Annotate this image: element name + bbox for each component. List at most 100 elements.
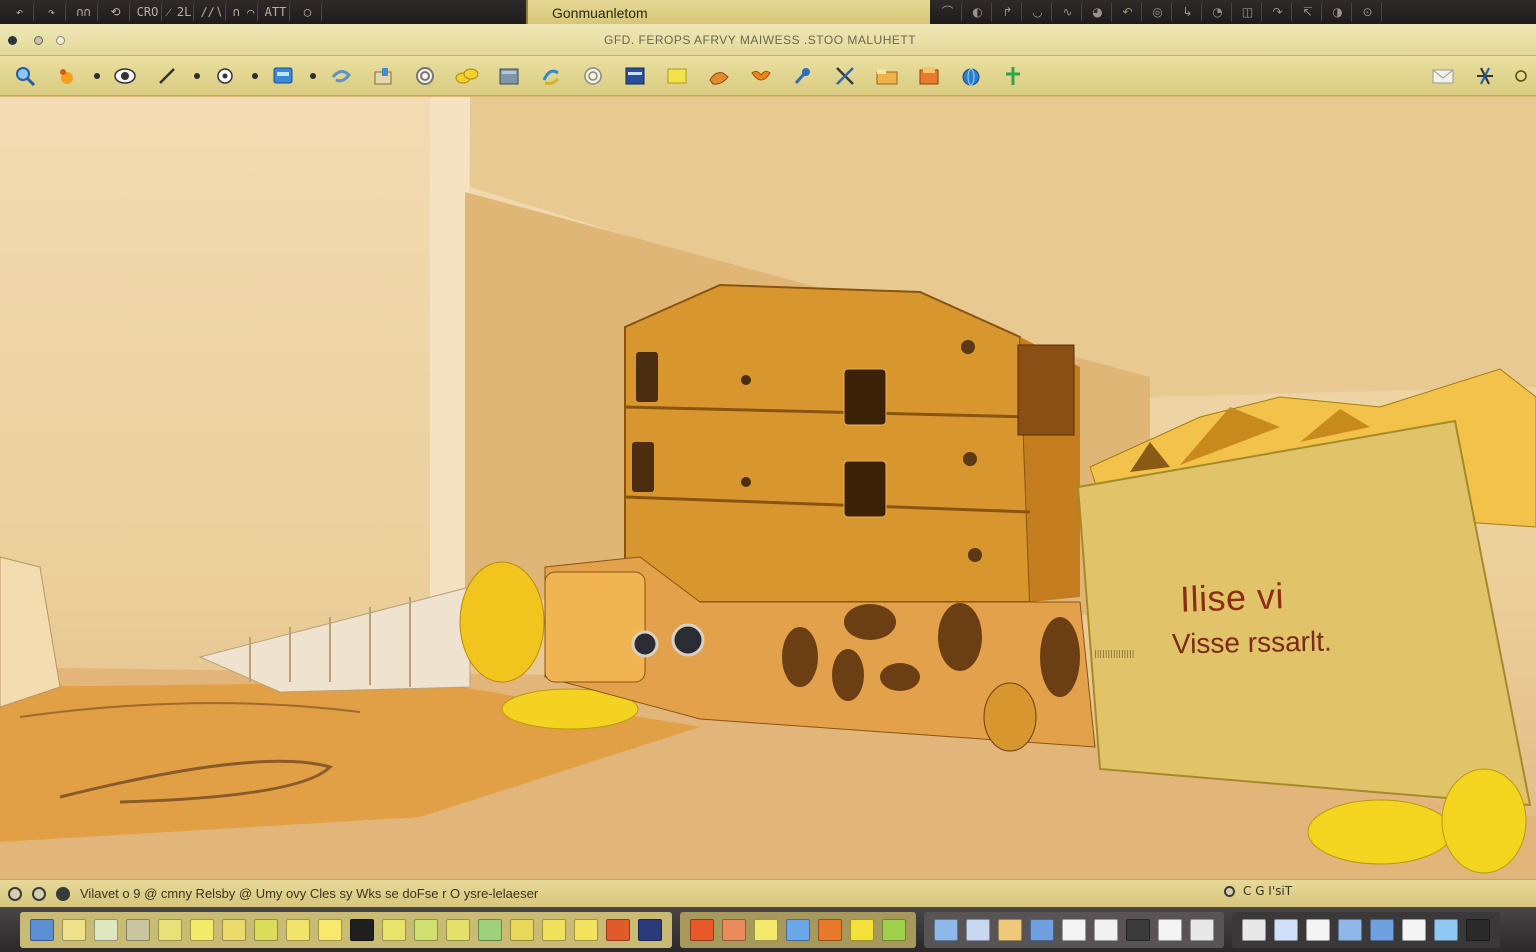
dock-item-icon[interactable] — [62, 918, 86, 941]
window-icon[interactable] — [620, 61, 650, 91]
strip-right-tool-4[interactable]: ◡ — [1024, 3, 1052, 21]
dock-item-icon[interactable] — [998, 918, 1022, 941]
dock-item-icon[interactable] — [1370, 918, 1394, 941]
dock-item-icon[interactable] — [446, 918, 470, 941]
paint-bucket-icon[interactable] — [52, 61, 82, 91]
wrench-icon[interactable] — [788, 61, 818, 91]
folder-icon[interactable] — [872, 61, 902, 91]
status-toggle-1[interactable] — [8, 886, 22, 901]
dock-item-icon[interactable] — [850, 918, 874, 941]
dock-item-icon[interactable] — [966, 918, 990, 941]
strip-right-tool-9[interactable]: ↳ — [1174, 3, 1202, 21]
spiral-icon[interactable] — [410, 61, 440, 91]
dock-item-icon[interactable] — [190, 918, 214, 941]
dock-item-icon[interactable] — [222, 918, 246, 941]
dock-item-icon[interactable] — [818, 918, 842, 941]
strip-right-tool-5[interactable]: ∿ — [1054, 3, 1082, 21]
strip-tool-4[interactable]: ⟲ — [102, 3, 130, 21]
strip-right-tool-6[interactable]: ◕ — [1084, 3, 1112, 21]
dock-item-icon[interactable] — [126, 918, 150, 941]
pencil-icon[interactable] — [152, 61, 182, 91]
strip-right-tool-15[interactable]: ⊙ — [1354, 3, 1382, 21]
dock-item-icon[interactable] — [94, 918, 118, 941]
dock-item-icon[interactable] — [574, 918, 598, 941]
fire-icon[interactable] — [746, 61, 776, 91]
dock-item-icon[interactable] — [1306, 918, 1330, 941]
dock-item-icon[interactable] — [1190, 918, 1214, 941]
strip-tool-2[interactable]: ↷ — [38, 3, 66, 21]
rotate-icon[interactable] — [536, 61, 566, 91]
dock-item-icon[interactable] — [254, 918, 278, 941]
eye-icon[interactable] — [110, 61, 140, 91]
strip-right-tool-1[interactable]: ⌒ — [934, 3, 962, 21]
stack-icon[interactable] — [914, 61, 944, 91]
dock-item-icon[interactable] — [350, 918, 374, 941]
dock-item-icon[interactable] — [30, 918, 54, 941]
strip-right-tool-8[interactable]: ◎ — [1144, 3, 1172, 21]
target-icon[interactable] — [210, 61, 240, 91]
strip-tool-9[interactable]: ATT — [262, 3, 290, 21]
dock-item-icon[interactable] — [754, 918, 778, 941]
dock-item-icon[interactable] — [1030, 918, 1054, 941]
dock-item-icon[interactable] — [934, 918, 958, 941]
globe-icon[interactable] — [956, 61, 986, 91]
document-canvas[interactable]: ||||||||||||||| Ilise vi Visse rssarlt. — [0, 97, 1536, 879]
mail-icon[interactable] — [1428, 61, 1458, 91]
dock-item-icon[interactable] — [542, 918, 566, 941]
strip-tool-1[interactable]: ↶ — [6, 3, 34, 21]
hand-icon[interactable] — [704, 61, 734, 91]
strip-right-tool-12[interactable]: ↷ — [1264, 3, 1292, 21]
maximize-window-button[interactable] — [56, 36, 65, 45]
strip-right-tool-10[interactable]: ◔ — [1204, 3, 1232, 21]
minimize-window-button[interactable] — [34, 36, 43, 45]
strip-tool-7[interactable]: ∕∕∖ — [198, 3, 226, 21]
dock-item-icon[interactable] — [606, 918, 630, 941]
dock-item-icon[interactable] — [1338, 918, 1362, 941]
strip-right-tool-11[interactable]: ◫ — [1234, 3, 1262, 21]
note-icon[interactable] — [662, 61, 692, 91]
dock-item-icon[interactable] — [318, 918, 342, 941]
star-icon[interactable] — [1470, 61, 1500, 91]
strip-right-tool-14[interactable]: ◑ — [1324, 3, 1352, 21]
strip-tool-5[interactable]: CRO — [134, 3, 162, 21]
tools-icon[interactable] — [830, 61, 860, 91]
image-icon[interactable] — [494, 61, 524, 91]
strip-tool-3[interactable]: ∩∩ — [70, 3, 98, 21]
app-tab[interactable]: Gonmuanletom — [526, 0, 930, 24]
strip-right-tool-7[interactable]: ↶ — [1114, 3, 1142, 21]
dock-item-icon[interactable] — [1434, 918, 1458, 941]
dock-item-icon[interactable] — [1242, 918, 1266, 941]
strip-right-tool-13[interactable]: ↸ — [1294, 3, 1322, 21]
dock-item-icon[interactable] — [414, 918, 438, 941]
dock-item-icon[interactable] — [1466, 918, 1490, 941]
strip-tool-8[interactable]: ∩ ⌒ — [230, 3, 258, 21]
lasso-icon[interactable] — [326, 61, 356, 91]
dock-item-icon[interactable] — [1062, 918, 1086, 941]
dock-item-icon[interactable] — [690, 918, 714, 941]
circle-icon[interactable] — [578, 61, 608, 91]
dock-item-icon[interactable] — [1158, 918, 1182, 941]
strip-tool-10[interactable]: ◯ — [294, 3, 322, 21]
status-toggle-3[interactable] — [56, 886, 70, 901]
screen-icon[interactable] — [268, 61, 298, 91]
dock-item-icon[interactable] — [722, 918, 746, 941]
dock-item-icon[interactable] — [1274, 918, 1298, 941]
strip-right-tool-3[interactable]: ↱ — [994, 3, 1022, 21]
search-icon[interactable] — [10, 61, 40, 91]
chain-icon[interactable] — [452, 61, 482, 91]
dock-item-icon[interactable] — [1402, 918, 1426, 941]
dock-item-icon[interactable] — [786, 918, 810, 941]
dock-item-icon[interactable] — [158, 918, 182, 941]
circle-small-icon[interactable] — [1512, 61, 1530, 91]
dock-item-icon[interactable] — [478, 918, 502, 941]
close-window-button[interactable] — [8, 36, 17, 45]
pin-icon[interactable] — [998, 61, 1028, 91]
status-toggle-2[interactable] — [32, 886, 46, 901]
strip-right-tool-2[interactable]: ◐ — [964, 3, 992, 21]
status-right-circle-icon[interactable] — [1224, 885, 1235, 897]
dock-item-icon[interactable] — [1094, 918, 1118, 941]
dock-item-icon[interactable] — [510, 918, 534, 941]
dock-item-icon[interactable] — [286, 918, 310, 941]
dock-item-icon[interactable] — [638, 918, 662, 941]
dock-item-icon[interactable] — [882, 918, 906, 941]
